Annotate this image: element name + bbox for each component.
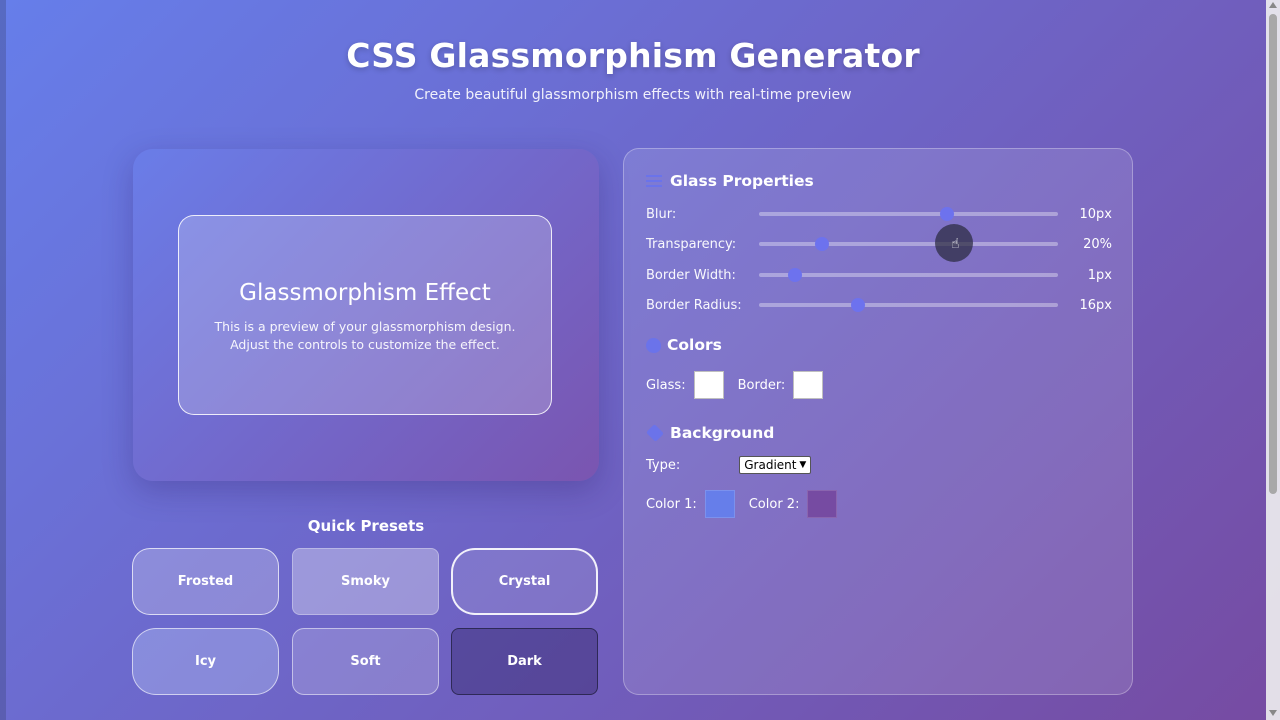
- color2-label: Color 2:: [748, 496, 800, 512]
- transparency-slider[interactable]: [759, 237, 1058, 251]
- fill-drip-icon: [645, 423, 665, 443]
- slider-row-transparency: Transparency: 20%: [646, 234, 1112, 254]
- border-width-slider-handle[interactable]: [787, 268, 802, 282]
- blur-slider[interactable]: [759, 207, 1058, 221]
- glass-color-picker[interactable]: [693, 371, 724, 399]
- border-width-label: Border Width:: [646, 267, 736, 283]
- glass-preview-card: Glassmorphism Effect This is a preview o…: [178, 215, 552, 415]
- color1-label: Color 1:: [646, 496, 697, 512]
- preset-dark-button[interactable]: Dark: [451, 628, 598, 695]
- preview-title: Glassmorphism Effect: [239, 280, 491, 306]
- border-width-value: 1px: [1087, 267, 1112, 283]
- transparency-label: Transparency:: [646, 236, 737, 252]
- page-subtitle: Create beautiful glassmorphism effects w…: [414, 87, 852, 103]
- background-type-label: Type:: [646, 457, 681, 473]
- hand-cursor-icon: ☝: [951, 236, 960, 252]
- blur-label: Blur:: [646, 206, 677, 222]
- glass-properties-heading: Glass Properties: [646, 172, 814, 190]
- preview-area: Glassmorphism Effect This is a preview o…: [133, 149, 599, 481]
- border-width-slider[interactable]: [759, 268, 1058, 282]
- scroll-down-arrow-icon[interactable]: [1269, 710, 1277, 716]
- vertical-scrollbar[interactable]: [1266, 0, 1280, 720]
- colors-title: Colors: [667, 336, 722, 354]
- scroll-up-arrow-icon[interactable]: [1269, 2, 1277, 8]
- background-title: Background: [670, 424, 775, 442]
- palette-icon: [646, 337, 661, 353]
- background-colors-row: Color 1: Color 2:: [646, 490, 851, 518]
- presets-title: Quick Presets: [307, 517, 425, 535]
- preset-soft-button[interactable]: Soft: [292, 628, 439, 695]
- border-radius-label: Border Radius:: [646, 297, 742, 313]
- blur-value: 10px: [1079, 206, 1113, 222]
- background-type-select[interactable]: Gradient ▼: [739, 456, 812, 474]
- controls-panel: Glass Properties Blur: 10px Transparency…: [623, 148, 1133, 695]
- preset-icy-button[interactable]: Icy: [132, 628, 279, 695]
- transparency-value: 20%: [1083, 236, 1112, 252]
- background-type-value: Gradient: [744, 458, 797, 472]
- preview-description: This is a preview of your glassmorphism …: [214, 319, 516, 352]
- preset-frosted-button[interactable]: Frosted: [132, 548, 279, 615]
- color2-picker[interactable]: [807, 490, 838, 518]
- slider-row-border-radius: Border Radius: 16px: [646, 295, 1112, 315]
- border-radius-value: 16px: [1079, 297, 1113, 313]
- border-color-label: Border:: [737, 377, 786, 393]
- color1-picker[interactable]: [704, 490, 735, 518]
- page-header: CSS Glassmorphism Generator Create beaut…: [0, 36, 1266, 103]
- border-radius-slider-handle[interactable]: [850, 298, 865, 312]
- transparency-slider-handle[interactable]: [814, 237, 829, 251]
- background-type-row: Type: Gradient ▼: [646, 456, 812, 474]
- slider-row-border-width: Border Width: 1px: [646, 265, 1112, 285]
- glass-color-label: Glass:: [646, 377, 686, 393]
- blur-slider-handle[interactable]: [940, 207, 955, 221]
- slider-row-blur: Blur: 10px: [646, 204, 1112, 224]
- colors-heading: Colors: [646, 336, 722, 354]
- glass-properties-title: Glass Properties: [670, 172, 814, 190]
- border-radius-slider[interactable]: [759, 298, 1058, 312]
- chevron-down-icon: ▼: [799, 460, 807, 470]
- sliders-icon: [646, 173, 664, 189]
- window-edge: [0, 0, 6, 720]
- colors-row: Glass: Border:: [646, 371, 837, 399]
- border-color-picker[interactable]: [793, 371, 824, 399]
- scrollbar-thumb[interactable]: [1269, 14, 1277, 494]
- page-title: CSS Glassmorphism Generator: [346, 36, 920, 75]
- preset-crystal-button[interactable]: Crystal: [451, 548, 598, 615]
- background-heading: Background: [645, 423, 775, 443]
- preset-smoky-button[interactable]: Smoky: [292, 548, 439, 615]
